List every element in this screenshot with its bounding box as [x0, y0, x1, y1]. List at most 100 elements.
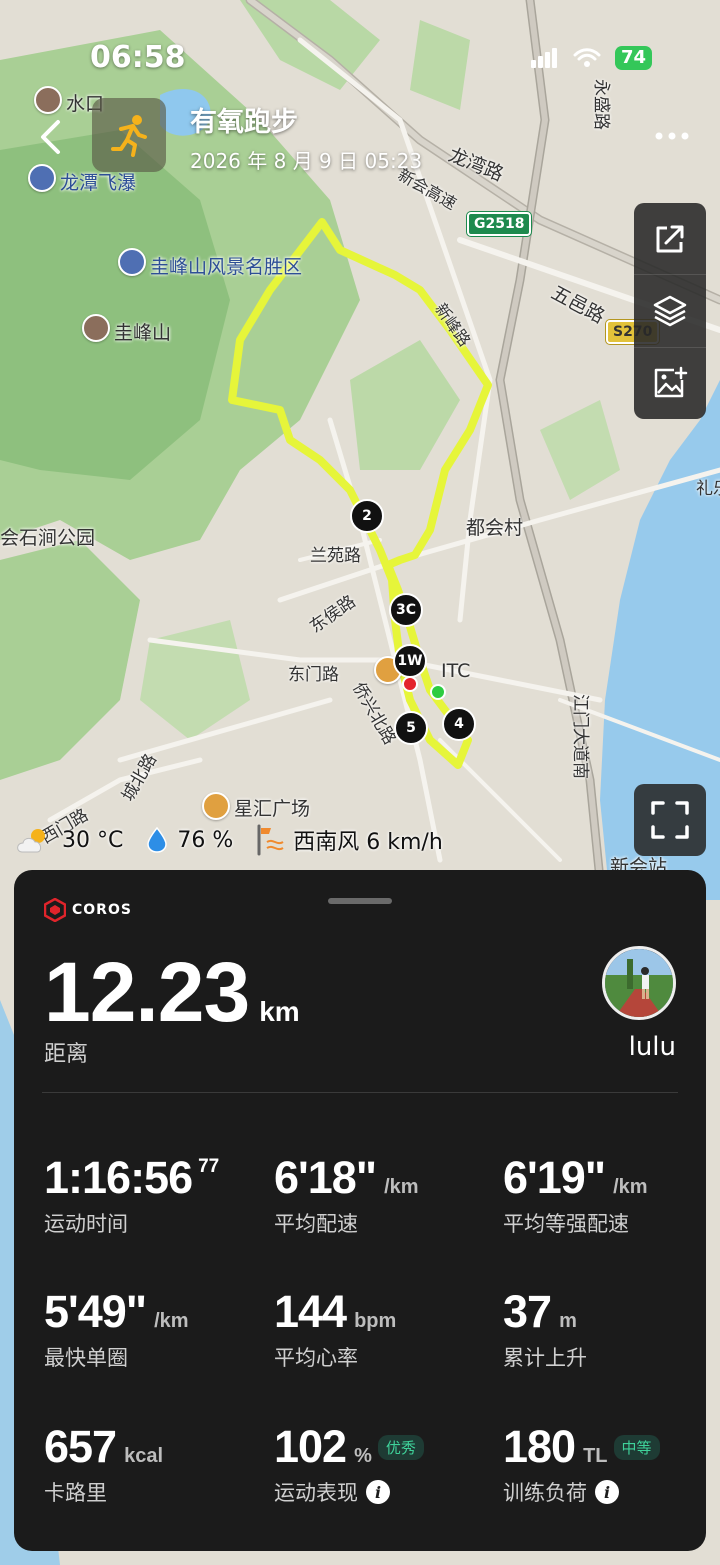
stat-duration: 1:16:56 77 运动时间 [44, 1152, 219, 1238]
map-label-duhui: 都会村 [466, 517, 524, 539]
scenic-icon [118, 248, 146, 276]
lap-marker-3c[interactable]: 3C [389, 593, 423, 627]
map-label-guifeng-scenic: 圭峰山风景名胜区 [150, 256, 303, 278]
brand-name: COROS [72, 902, 132, 918]
distance-block: 12.23 km [44, 944, 300, 1041]
wind-value: 西南风 6 km/h [293, 830, 443, 855]
training-load-unit: TL [583, 1445, 608, 1467]
map-label-itc: ITC [441, 660, 471, 682]
lap-marker-5[interactable]: 5 [394, 711, 428, 745]
lap-marker-2[interactable]: 2 [350, 499, 384, 533]
avg-hr-unit: bpm [354, 1310, 397, 1332]
distance-label: 距离 [44, 1042, 89, 1067]
wind-flag-icon [257, 824, 284, 856]
performance-label-row: 运动表现 i [274, 1477, 424, 1507]
avatar-image [605, 949, 673, 1017]
scenic-icon [28, 164, 56, 192]
water-drop-icon [147, 826, 168, 853]
training-load-badge: 中等 [613, 1434, 660, 1460]
calories-unit: kcal [124, 1445, 164, 1467]
avg-grade-pace-unit: /km [613, 1176, 648, 1198]
lap-marker-4[interactable]: 4 [442, 707, 476, 741]
info-icon[interactable]: i [595, 1480, 619, 1504]
calories-value: 657 [44, 1421, 117, 1472]
map-label-xinghui-plaza: 星汇广场 [234, 798, 311, 820]
avg-grade-pace-value: 6'19" [503, 1152, 606, 1203]
avg-hr-label: 平均心率 [274, 1346, 358, 1370]
map-label-shijian-park: 会石涧公园 [0, 527, 96, 549]
weather-strip: 30 °C 76 % 西南风 6 km/h [14, 824, 465, 856]
status-icons: 74 [530, 46, 652, 70]
start-point-dot [430, 684, 446, 700]
status-time: 06:58 [90, 40, 186, 75]
distance-unit: km [259, 996, 300, 1027]
add-photo-button[interactable] [634, 348, 706, 419]
divider [42, 1092, 678, 1093]
brand-logo: COROS [44, 898, 132, 922]
mountain-icon [34, 86, 62, 114]
more-button[interactable] [652, 124, 692, 148]
map-label-guifeng: 圭峰山 [114, 322, 172, 344]
performance-value: 102 [274, 1421, 347, 1472]
fastest-lap-unit: /km [154, 1310, 189, 1332]
map-label-longtan: 龙潭飞瀑 [60, 172, 137, 194]
duration-label: 运动时间 [44, 1212, 128, 1236]
stat-avg-pace: 6'18" /km 平均配速 [274, 1152, 419, 1238]
coros-logo-icon [44, 898, 66, 922]
avg-grade-pace-label: 平均等强配速 [503, 1212, 629, 1236]
map-toolbar [634, 203, 706, 419]
map-layers-button[interactable] [634, 275, 706, 348]
avg-pace-label: 平均配速 [274, 1212, 358, 1236]
duration-value: 1:16:56 [44, 1152, 193, 1203]
avg-pace-value: 6'18" [274, 1152, 377, 1203]
username: lulu [628, 1032, 676, 1062]
stat-avg-grade-pace: 6'19" /km 平均等强配速 [503, 1152, 648, 1238]
fullscreen-icon [651, 801, 689, 839]
avatar[interactable] [602, 946, 676, 1020]
stat-performance[interactable]: 102 % 优秀 运动表现 i [274, 1421, 424, 1507]
info-icon[interactable]: i [366, 1480, 390, 1504]
layers-icon [653, 295, 687, 327]
map-label-dongmen-rd: 东门路 [288, 665, 339, 685]
partly-cloudy-icon [17, 829, 45, 853]
performance-badge: 优秀 [377, 1434, 424, 1460]
humidity-item: 76 % [145, 826, 233, 854]
more-dots-icon [655, 132, 689, 140]
stat-training-load[interactable]: 180 TL 中等 训练负荷 i [503, 1421, 660, 1507]
temperature-value: 30 °C [62, 827, 124, 853]
avg-pace-unit: /km [384, 1176, 419, 1198]
shopping-icon [202, 792, 230, 820]
map-label-jiangmen-ave: 江门大道南 [570, 694, 590, 779]
activity-title: 有氧跑步 [190, 107, 298, 138]
training-load-label-row: 训练负荷 i [503, 1477, 660, 1507]
performance-unit: % [354, 1445, 372, 1467]
share-button[interactable] [634, 203, 706, 276]
distance-value: 12.23 [44, 945, 250, 1039]
training-load-value: 180 [503, 1421, 576, 1472]
stat-avg-hr: 144 bpm 平均心率 [274, 1286, 396, 1372]
battery-indicator: 74 [614, 46, 652, 70]
fastest-lap-value: 5'49" [44, 1286, 147, 1337]
elevation-gain-unit: m [559, 1310, 577, 1332]
back-button[interactable] [30, 112, 70, 162]
lap-marker-1w[interactable]: 1W [393, 644, 427, 678]
humidity-value: 76 % [177, 827, 234, 853]
mountain-icon [82, 314, 110, 342]
running-icon [92, 98, 166, 172]
training-load-label: 训练负荷 [503, 1481, 587, 1505]
drag-handle[interactable] [328, 898, 392, 904]
temperature-item: 30 °C [14, 826, 123, 854]
fullscreen-button[interactable] [634, 784, 706, 856]
fastest-lap-label: 最快单圈 [44, 1346, 128, 1370]
calories-label: 卡路里 [44, 1481, 107, 1505]
wind-item: 西南风 6 km/h [255, 824, 443, 856]
share-icon [656, 225, 684, 253]
stat-elevation-gain: 37 m 累计上升 [503, 1286, 587, 1372]
duration-hundredths: 77 [198, 1156, 220, 1177]
summary-panel: COROS 12.23 km 距离 lulu 1:16:56 77 运动时间 6… [14, 870, 706, 1551]
avg-hr-value: 144 [274, 1286, 347, 1337]
elevation-gain-label: 累计上升 [503, 1346, 587, 1370]
performance-label: 运动表现 [274, 1481, 358, 1505]
map-label-lixi: 礼乐 [696, 479, 720, 499]
activity-datetime: 2026 年 8 月 9 日 05:23 [190, 149, 423, 173]
